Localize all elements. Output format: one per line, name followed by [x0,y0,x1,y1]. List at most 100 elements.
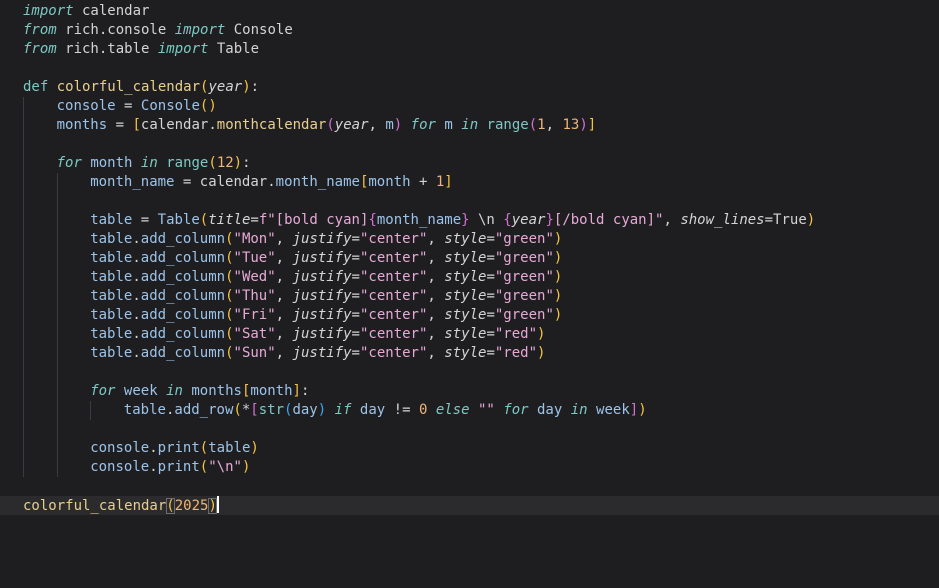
code-line[interactable] [0,59,939,78]
code-text: table.add_column("Mon", justify="center"… [90,230,562,249]
code-line[interactable] [0,135,939,154]
code-token-plain: = [486,326,495,342]
code-token-var: console [56,98,116,114]
code-line[interactable]: table.add_column("Mon", justify="center"… [0,230,939,249]
code-token-cls: print [157,440,200,456]
code-token-plain: , [427,250,445,266]
code-token-var: table [90,212,133,228]
indent-guide [23,154,24,173]
indent-guide [56,363,58,382]
code-line[interactable] [0,477,939,496]
code-token-kw: in [570,402,588,418]
code-token-str: "center" [359,345,428,361]
code-token-str: "center" [359,250,428,266]
code-token-b2: } [545,212,554,228]
code-line[interactable]: console.print(table) [0,439,939,458]
code-token-num: 2025 [174,498,209,514]
code-line[interactable]: console.print("\n") [0,458,939,477]
code-line[interactable]: from rich.table import Table [0,40,939,59]
code-line[interactable]: table.add_column("Sat", justify="center"… [0,325,939,344]
code-line[interactable]: table.add_column("Sun", justify="center"… [0,344,939,363]
code-token-var: console [90,459,150,475]
code-token-b1: ) [553,250,563,266]
code-token-plain: , [275,345,293,361]
indent-guide [56,287,58,306]
indent-guide [23,344,24,363]
code-line[interactable]: import calendar [0,2,939,21]
code-token-b1: ) [208,498,217,514]
code-line[interactable]: for week in months[month]: [0,382,939,401]
code-token-kw: from [23,22,57,38]
code-token-kw: for [410,117,436,133]
code-token-str: "center" [359,231,428,247]
code-token-b1: ) [638,402,647,418]
code-token-var: month_name [376,212,462,228]
code-token-cls: add_column [140,231,226,247]
code-editor[interactable]: import calendar from rich.console import … [0,0,939,588]
code-line-current[interactable]: colorful_calendar(2025) [0,496,939,515]
code-token-plain: , [275,326,293,342]
code-line[interactable]: table.add_column("Thu", justify="center"… [0,287,939,306]
code-token-str: "Wed" [233,269,276,285]
code-token-b1: ) [553,231,563,247]
code-text: console.print(table) [90,439,259,458]
code-token-plain: , [275,250,293,266]
code-token-plain: Table [208,41,260,57]
code-token-b1: [ [132,117,141,133]
code-token-num: 1 [435,174,445,190]
indent-guide [23,173,24,192]
code-line[interactable]: table.add_row(*[str(day) if day != 0 els… [0,401,939,420]
code-line[interactable]: table.add_column("Wed", justify="center"… [0,268,939,287]
code-line[interactable]: month_name = calendar.month_name[month +… [0,173,939,192]
code-token-b2: ) [393,117,403,133]
code-token-plain: = [351,231,360,247]
code-token-b1: ) [537,326,546,342]
code-line[interactable]: for month in range(12): [0,154,939,173]
code-token-plain: . [132,231,141,247]
code-token-str: "red" [494,326,538,342]
indent-guide [23,382,24,401]
code-line[interactable]: table.add_column("Tue", justify="center"… [0,249,939,268]
code-token-kw: import [157,41,209,57]
code-token-plain: rich.table [56,41,158,57]
code-token-var: month [90,155,133,171]
code-text: month_name = calendar.month_name[month +… [90,173,453,192]
code-token-b1: () [199,98,217,114]
code-line[interactable]: months = [calendar.monthcalendar(year, m… [0,116,939,135]
code-token-b2: [ [250,402,259,418]
code-token-cls: print [157,459,200,475]
code-line[interactable] [0,192,939,211]
code-token-var: table [90,269,133,285]
code-token-var: table [90,250,133,266]
code-token-b1: ) [553,288,563,304]
code-text: colorful_calendar(2025) [23,496,219,516]
code-token-plain: , [663,212,681,228]
code-line[interactable]: console = Console() [0,97,939,116]
code-line[interactable]: def colorful_calendar(year): [0,78,939,97]
code-text: table = Table(title=f"[bold cyan]{month_… [90,211,815,230]
code-line[interactable]: table.add_column("Fri", justify="center"… [0,306,939,325]
code-token-plain: justify [292,250,352,266]
indent-guide [23,211,24,230]
code-token-cls: add_row [174,402,234,418]
code-line[interactable]: from rich.console import Console [0,21,939,40]
code-token-plain: justify [292,345,352,361]
indent-guide [23,116,24,135]
code-line[interactable] [0,420,939,439]
code-token-plain: style [444,250,487,266]
code-line[interactable] [0,363,939,382]
code-token-str: [/bold cyan]" [553,212,664,228]
code-text: table.add_column("Tue", justify="center"… [90,249,562,268]
code-token-b2: { [368,212,377,228]
code-token-var: day [292,402,318,418]
indent-guide [90,401,92,420]
code-token-plain: style [444,326,487,342]
code-text: import calendar [23,2,149,21]
code-line[interactable]: table = Table(title=f"[bold cyan]{month_… [0,211,939,230]
